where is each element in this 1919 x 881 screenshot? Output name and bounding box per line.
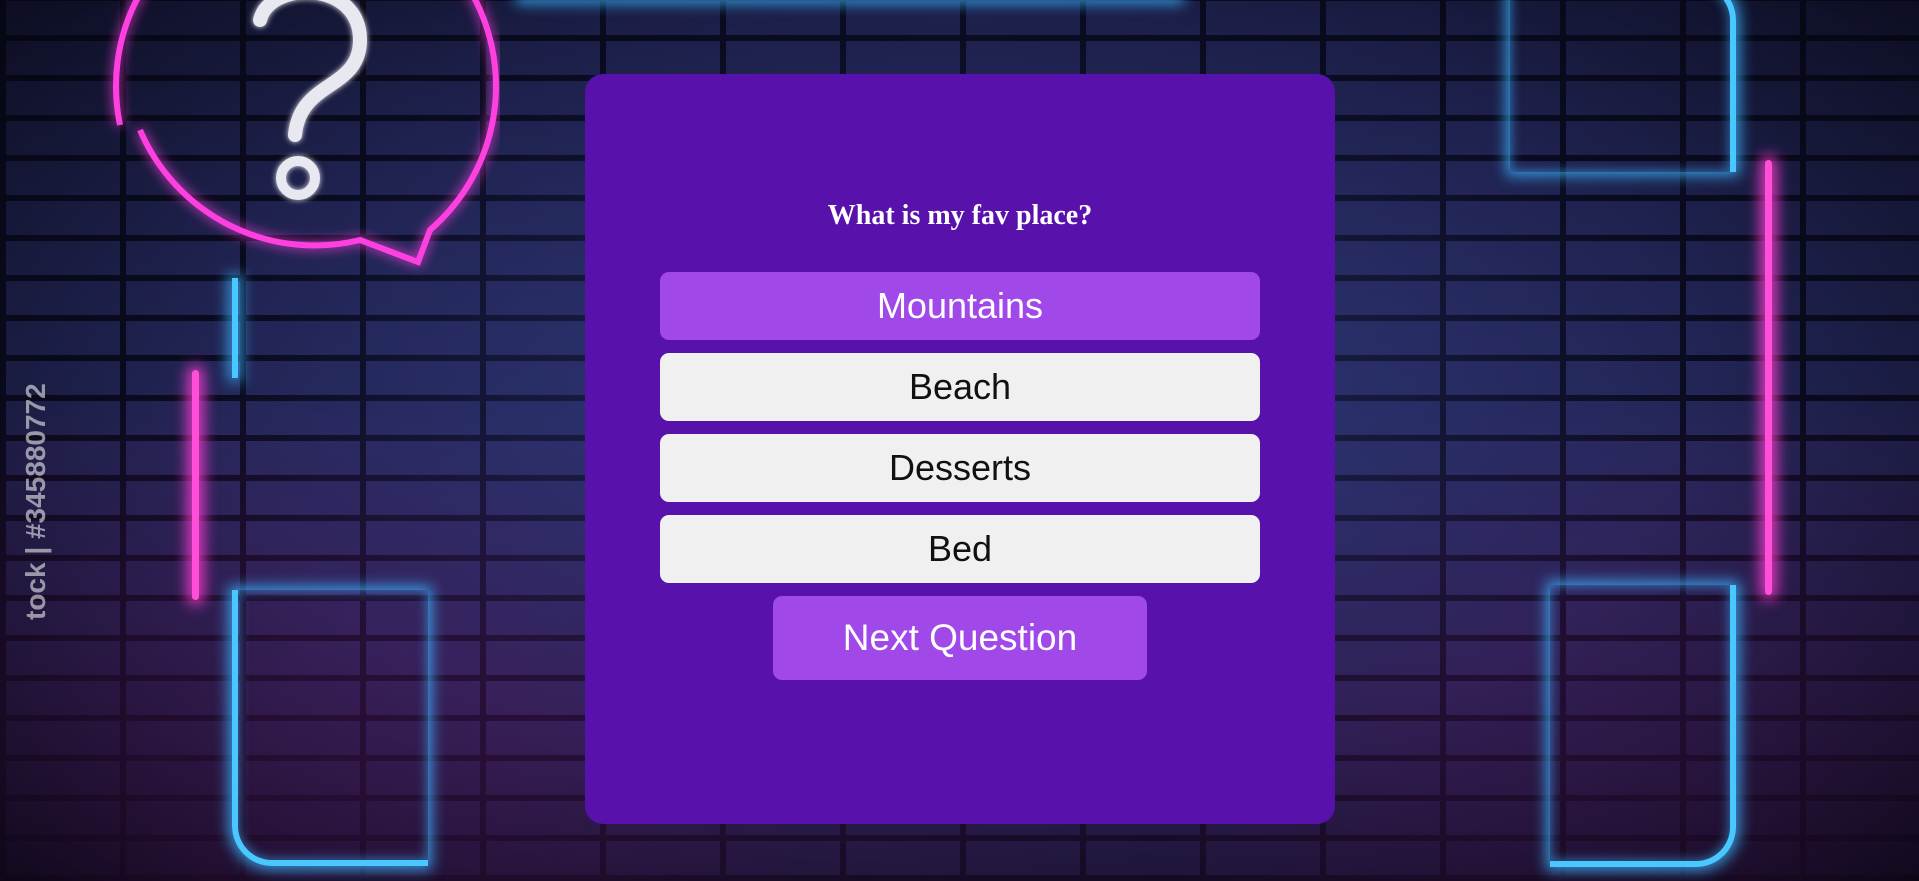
- neon-frame-bottom-right: [1550, 585, 1736, 867]
- neon-frame-top-right: [1510, 0, 1736, 172]
- stock-watermark: tock | #345880772: [20, 383, 51, 620]
- answer-button-bed[interactable]: Bed: [660, 515, 1260, 583]
- neon-frame-bottom-left: [232, 590, 428, 866]
- neon-bar-right: [1765, 160, 1772, 595]
- question-text: What is my fav place?: [827, 200, 1093, 231]
- next-question-button[interactable]: Next Question: [773, 596, 1147, 680]
- quiz-card: What is my fav place? Mountains Beach De…: [585, 74, 1335, 824]
- answer-button-desserts[interactable]: Desserts: [660, 434, 1260, 502]
- neon-bar-left: [192, 370, 199, 600]
- neon-frame-left-short: [232, 278, 238, 378]
- answer-button-beach[interactable]: Beach: [660, 353, 1260, 421]
- neon-question-bubble-icon: [113, 0, 499, 266]
- answer-list: Mountains Beach Desserts Bed: [660, 272, 1260, 583]
- answer-button-mountains[interactable]: Mountains: [660, 272, 1260, 340]
